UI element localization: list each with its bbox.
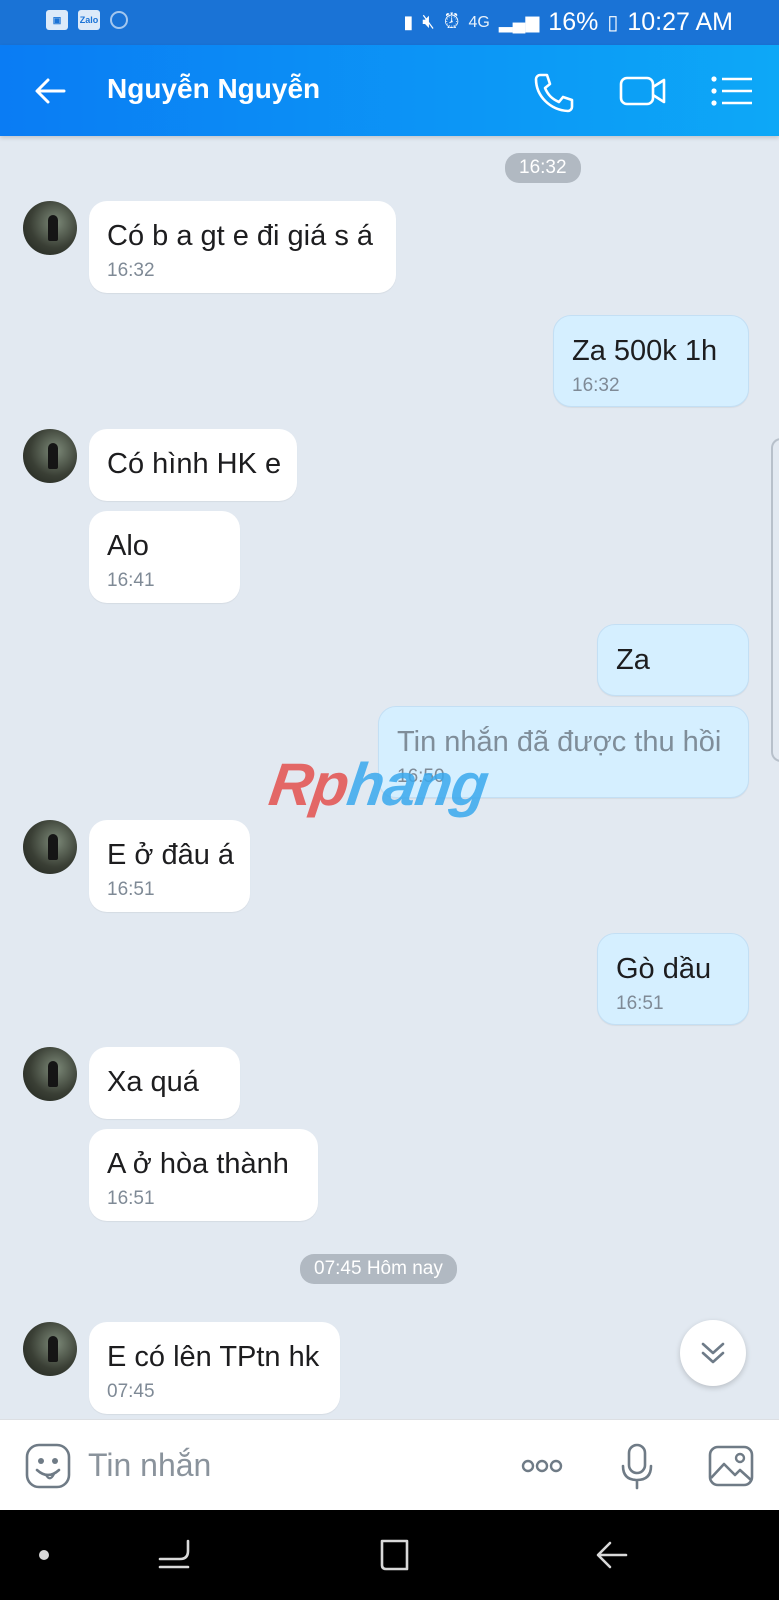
message-bubble-incoming[interactable]: Có hình HK e bbox=[89, 429, 297, 501]
message-time: 16:41 bbox=[107, 570, 155, 591]
status-left-icons: ▣ Zalo bbox=[46, 10, 128, 30]
chat-header: Nguyễn Nguyễn bbox=[0, 45, 779, 136]
mute-icon: 🔇︎ bbox=[422, 11, 435, 33]
zalo-icon: Zalo bbox=[78, 10, 100, 30]
nav-dot-icon[interactable] bbox=[24, 1535, 64, 1575]
more-icon[interactable] bbox=[518, 1442, 566, 1490]
phone-icon[interactable] bbox=[528, 67, 578, 115]
clock: 10:27 AM bbox=[627, 8, 733, 36]
date-separator: 07:45 Hôm nay bbox=[300, 1254, 457, 1284]
contact-avatar[interactable] bbox=[23, 1047, 77, 1101]
contact-avatar[interactable] bbox=[23, 201, 77, 255]
image-icon: ▣ bbox=[46, 10, 68, 30]
status-right: ▮ 🔇︎ ⏰︎ 4G ▂▄▆ 16% ▯ 10:27 AM bbox=[403, 8, 733, 37]
message-text: E ở đâu á bbox=[107, 839, 235, 871]
sticker-icon[interactable] bbox=[24, 1442, 72, 1490]
message-time: 16:32 bbox=[572, 375, 620, 396]
recent-apps-icon[interactable] bbox=[154, 1535, 194, 1575]
scroll-to-bottom-button[interactable] bbox=[680, 1320, 746, 1386]
message-time: 16:32 bbox=[107, 260, 155, 281]
message-bubble-incoming[interactable]: E ở đâu á 16:51 bbox=[89, 820, 250, 912]
status-bar: ▣ Zalo ▮ 🔇︎ ⏰︎ 4G ▂▄▆ 16% ▯ 10:27 AM bbox=[0, 0, 779, 45]
contact-name[interactable]: Nguyễn Nguyễn bbox=[107, 73, 320, 105]
message-time: 16:51 bbox=[107, 879, 155, 900]
message-text: Có b a gt e đi giá s á bbox=[107, 220, 373, 252]
message-bubble-outgoing[interactable]: Za bbox=[597, 624, 749, 696]
signal-icon: ▂▄▆ bbox=[498, 12, 540, 32]
message-text: Có hình HK e bbox=[107, 448, 282, 480]
contact-avatar[interactable] bbox=[23, 820, 77, 874]
edge-panel-handle[interactable] bbox=[771, 438, 779, 762]
message-bubble-incoming[interactable]: Có b a gt e đi giá s á 16:32 bbox=[89, 201, 396, 293]
back-button-icon[interactable] bbox=[592, 1535, 632, 1575]
network-type: 4G bbox=[468, 13, 490, 31]
message-bubble-incoming[interactable]: Alo 16:41 bbox=[89, 511, 240, 603]
message-time: 07:45 bbox=[107, 1381, 155, 1402]
watermark-logo: Rphang bbox=[265, 751, 493, 818]
battery-icon: ▯ bbox=[607, 12, 619, 34]
date-separator: 16:32 bbox=[505, 153, 581, 183]
message-input[interactable]: Tin nhắn bbox=[88, 1447, 211, 1484]
microphone-icon[interactable] bbox=[613, 1442, 661, 1490]
system-navigation-bar bbox=[0, 1510, 779, 1600]
message-text: Gò dầu bbox=[616, 953, 712, 985]
message-bubble-outgoing[interactable]: Gò dầu 16:51 bbox=[597, 933, 749, 1025]
message-bubble-incoming[interactable]: A ở hòa thành 16:51 bbox=[89, 1129, 318, 1221]
alarm-icon: ⏰︎ bbox=[443, 11, 460, 33]
message-composer: Tin nhắn bbox=[0, 1419, 779, 1511]
home-button-icon[interactable] bbox=[374, 1535, 414, 1575]
chat-area[interactable]: 16:32 Có b a gt e đi giá s á 16:32 Za 50… bbox=[0, 136, 779, 1419]
contact-avatar[interactable] bbox=[23, 429, 77, 483]
message-text: Xa quá bbox=[107, 1066, 199, 1098]
message-bubble-incoming[interactable]: Xa quá bbox=[89, 1047, 240, 1119]
message-text: A ở hòa thành bbox=[107, 1148, 289, 1180]
gallery-icon[interactable] bbox=[707, 1442, 755, 1490]
video-icon[interactable] bbox=[618, 67, 668, 115]
contact-avatar[interactable] bbox=[23, 1322, 77, 1376]
message-text: Alo bbox=[107, 530, 149, 562]
message-time: 16:51 bbox=[107, 1188, 155, 1209]
chevron-double-down-icon bbox=[701, 1342, 725, 1364]
battery-percent: 16% bbox=[548, 8, 599, 36]
message-bubble-outgoing[interactable]: Za 500k 1h 16:32 bbox=[553, 315, 749, 407]
menu-icon[interactable] bbox=[708, 67, 758, 115]
message-text: E có lên TPtn hk bbox=[107, 1341, 320, 1373]
message-text: Za bbox=[616, 644, 650, 676]
back-arrow-icon[interactable] bbox=[30, 69, 74, 113]
hotspot-icon bbox=[110, 11, 128, 29]
message-bubble-incoming[interactable]: E có lên TPtn hk 07:45 bbox=[89, 1322, 340, 1414]
battery-saver-icon: ▮ bbox=[403, 12, 414, 32]
message-text: Za 500k 1h bbox=[572, 335, 718, 367]
message-time: 16:51 bbox=[616, 993, 664, 1014]
